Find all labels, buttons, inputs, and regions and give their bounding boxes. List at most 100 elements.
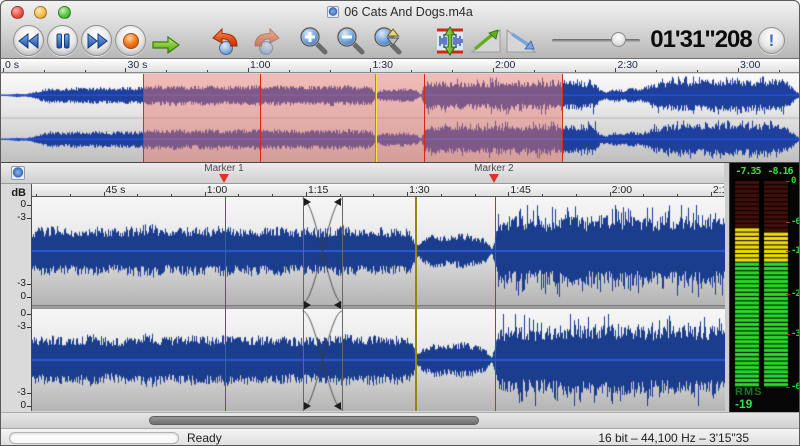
- ruler-tick: [166, 70, 167, 73]
- fade-in-icon: [469, 26, 503, 56]
- crossfade-handle-icon[interactable]: [334, 301, 341, 309]
- crossfade-handle-icon[interactable]: [334, 198, 341, 206]
- normalize-icon: [434, 26, 466, 56]
- channel-left[interactable]: [32, 197, 725, 305]
- ruler-tick: [125, 68, 126, 73]
- ruler-tick: [575, 70, 576, 73]
- meter-scale-tick: [786, 294, 790, 295]
- ruler-label: 1:30: [409, 184, 429, 196]
- ruler-tick: [534, 70, 535, 73]
- ruler-label: 1:30: [372, 59, 392, 71]
- ruler-tick: [207, 70, 208, 73]
- alert-button[interactable]: !: [758, 27, 785, 54]
- redo-icon: [249, 25, 283, 56]
- undo-icon: [209, 25, 243, 56]
- zoom-in-button[interactable]: [297, 25, 331, 56]
- overview-playhead[interactable]: [375, 74, 377, 162]
- db-scale-label: 0: [20, 308, 26, 319]
- crossfade-boundary[interactable]: [342, 197, 343, 411]
- rewind-button[interactable]: [13, 25, 44, 56]
- horizontal-scrollbar[interactable]: [1, 412, 799, 428]
- crossfade-handle-icon[interactable]: [304, 402, 311, 410]
- zoom-selection-button[interactable]: [371, 25, 405, 56]
- crossfade-handle-icon[interactable]: [304, 198, 311, 206]
- fade-out-button[interactable]: [504, 25, 538, 56]
- window-title: 06 Cats And Dogs.m4a: [344, 5, 473, 19]
- ruler-tick: [411, 70, 412, 73]
- ruler-tick: [656, 70, 657, 73]
- level-meter-bars: [733, 179, 790, 389]
- ruler-tick: [3, 68, 4, 73]
- go-button[interactable]: [149, 29, 183, 60]
- marker-flag-icon[interactable]: [489, 174, 499, 183]
- document-proxy-icon: [327, 6, 339, 18]
- zoom-in-icon: [298, 25, 330, 56]
- ruler-label: 1:15: [308, 184, 328, 196]
- normalize-button[interactable]: [433, 25, 467, 56]
- db-scale-label: -3: [17, 321, 26, 332]
- marker-label[interactable]: Marker 1: [184, 163, 264, 174]
- marker-label[interactable]: Marker 2: [454, 163, 534, 174]
- marker-flag-icon[interactable]: [219, 174, 229, 183]
- pause-button[interactable]: [47, 25, 78, 56]
- meter-scale-label: -20: [791, 289, 800, 299]
- ruler-label: 30 s: [127, 59, 147, 71]
- redo-button[interactable]: [249, 25, 283, 56]
- overview-selection[interactable]: [143, 74, 562, 162]
- fade-out-icon: [504, 26, 538, 56]
- window-chrome: 06 Cats And Dogs.m4a: [1, 1, 799, 59]
- rms-value: -19: [735, 397, 752, 411]
- waveform-channels[interactable]: [31, 197, 724, 411]
- app-window: 06 Cats And Dogs.m4a: [0, 0, 800, 446]
- fade-in-button[interactable]: [469, 25, 503, 56]
- overview-ruler[interactable]: 0 s30 s1:001:302:002:303:00: [1, 59, 799, 73]
- meter-scale-tick: [786, 181, 790, 182]
- ruler-tick: [779, 70, 780, 73]
- db-unit-label: dB: [11, 188, 26, 199]
- zoom-out-icon: [335, 25, 367, 56]
- titlebar: 06 Cats And Dogs.m4a: [1, 5, 799, 19]
- waveform-right-canvas[interactable]: [32, 309, 725, 411]
- pause-icon: [55, 33, 71, 49]
- ruler-label: 45 s: [106, 184, 126, 196]
- meter-scale-tick: [786, 251, 790, 252]
- rewind-icon: [18, 33, 40, 49]
- ruler-tick: [370, 68, 371, 73]
- crossfade-handle-icon[interactable]: [334, 402, 341, 410]
- db-scale-label: -3: [17, 278, 26, 289]
- ruler-label: 2:00: [612, 184, 632, 196]
- undo-button[interactable]: [209, 25, 243, 56]
- format-info: 16 bit – 44,100 Hz – 3'15"35: [598, 431, 749, 445]
- db-scale-label: 0: [20, 291, 26, 302]
- ruler-label: 2:00: [495, 59, 515, 71]
- record-button[interactable]: [115, 25, 146, 56]
- crossfade-handle-icon[interactable]: [304, 301, 311, 309]
- ruler-tick: [615, 68, 616, 73]
- overview-waveform[interactable]: [1, 74, 799, 163]
- fast-forward-icon: [86, 33, 108, 49]
- ruler-tick: [493, 68, 494, 73]
- playhead[interactable]: [415, 197, 417, 411]
- document-icon: [11, 166, 25, 180]
- level-meter: -7.35 -8.16 RMS -19 0-6-12-20-30-60: [729, 163, 800, 412]
- db-scale-label: 0: [20, 199, 26, 210]
- scrollbar-thumb[interactable]: [149, 416, 479, 425]
- ruler-tick: [289, 70, 290, 73]
- overview-marker-line: [424, 74, 425, 162]
- channel-right[interactable]: [32, 309, 725, 411]
- waveform-left-canvas[interactable]: [32, 197, 725, 305]
- record-icon: [122, 32, 140, 50]
- marker-bar[interactable]: Marker 1 Marker 2: [1, 163, 724, 184]
- ruler-label: 1:00: [250, 59, 270, 71]
- fast-forward-button[interactable]: [81, 25, 112, 56]
- zoom-out-button[interactable]: [334, 25, 368, 56]
- main-timeline-ruler[interactable]: 45 s1:001:151:301:452:002:15: [31, 184, 724, 197]
- ruler-tick: [697, 70, 698, 73]
- volume-slider-knob[interactable]: [611, 32, 626, 47]
- ruler-label: 0 s: [5, 59, 19, 71]
- meter-scale-tick: [786, 334, 790, 335]
- meter-scale-label: -12: [791, 246, 800, 256]
- volume-slider[interactable]: [552, 39, 640, 42]
- meter-scale-tick: [786, 387, 790, 388]
- marker-line: [225, 197, 226, 411]
